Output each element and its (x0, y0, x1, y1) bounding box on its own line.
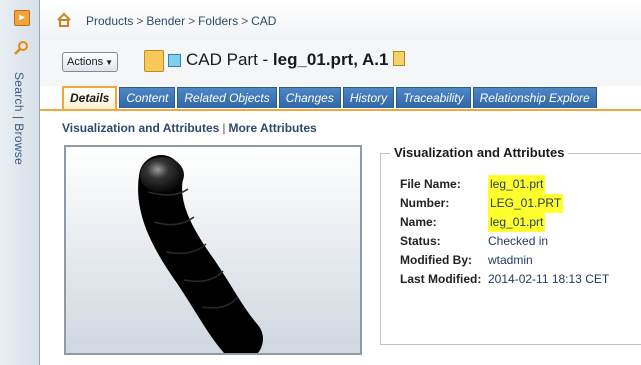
breadcrumb-separator: > (241, 14, 249, 28)
section-links: Visualization and Attributes | More Attrib… (62, 121, 317, 135)
attr-value[interactable]: wtadmin (488, 251, 533, 270)
breadcrumb-separator: > (136, 14, 144, 28)
cad-thumbnail-viewer[interactable] (64, 145, 362, 355)
cad-part-icon (168, 54, 181, 67)
attr-value: LEG_01.PRT (488, 194, 564, 213)
attr-value: 2014-02-11 18:13 CET (488, 272, 610, 286)
attributes-title: Visualization and Attributes (390, 145, 569, 160)
attr-row-status: Status: Checked in (400, 232, 609, 251)
tab-related-objects[interactable]: Related Objects (177, 87, 277, 108)
attr-row-file-name: File Name: leg_01.prt (400, 175, 609, 194)
attr-label: Last Modified: (400, 272, 482, 286)
page-title-name: leg_01.prt, A.1 (272, 50, 389, 69)
breadcrumb: Products > Bender > Folders > CAD (86, 14, 276, 28)
cad-model-preview (138, 155, 263, 353)
cad-document-icon[interactable] (144, 50, 164, 72)
title-bar: Actions ▼ CAD Part - leg_01.prt, A.1 (40, 40, 641, 86)
tab-history[interactable]: History (342, 87, 395, 108)
breadcrumb-bar: Products > Bender > Folders > CAD (40, 0, 641, 41)
breadcrumb-separator: > (188, 14, 196, 28)
breadcrumb-cad[interactable]: CAD (251, 14, 276, 28)
search-sidebar: ▸ Search | Browse (0, 0, 40, 365)
attr-label: Modified By: (400, 253, 472, 267)
tab-relationship-explorer[interactable]: Relationship Explore (472, 87, 597, 108)
expand-icon[interactable]: ▸ (14, 10, 30, 26)
attr-row-modified-by: Modified By: wtadmin (400, 251, 609, 270)
chevron-down-icon: ▼ (105, 58, 113, 67)
sidebar-tabs: Search | Browse (12, 72, 26, 165)
attr-value[interactable]: leg_01.prt (488, 175, 546, 194)
home-icon[interactable] (56, 12, 72, 28)
browse-tab[interactable]: Browse (12, 123, 26, 165)
tab-changes[interactable]: Changes (278, 87, 341, 108)
page-title: CAD Part - leg_01.prt, A.1 (186, 50, 405, 70)
sidebar-divider: | (12, 115, 26, 120)
tab-traceability[interactable]: Traceability (396, 87, 471, 108)
visualization-link[interactable]: Visualization and Attributes (62, 121, 219, 135)
tab-underline (40, 109, 641, 111)
breadcrumb-bender[interactable]: Bender (146, 14, 185, 28)
tab-content[interactable]: Content (119, 87, 176, 108)
attributes-table: File Name: leg_01.prt Number: LEG_01.PRT N… (400, 175, 609, 289)
tab-details[interactable]: Details (62, 86, 118, 109)
attr-label: File Name: (400, 177, 461, 191)
more-attributes-link[interactable]: More Attributes (228, 121, 316, 135)
actions-button[interactable]: Actions ▼ (62, 52, 118, 72)
actions-label: Actions (67, 56, 104, 68)
search-tab[interactable]: Search (12, 72, 26, 112)
breadcrumb-products[interactable]: Products (86, 14, 133, 28)
attr-label: Status: (400, 234, 441, 248)
breadcrumb-folders[interactable]: Folders (198, 14, 238, 28)
attributes-panel: Visualization and Attributes File Name: l… (380, 145, 641, 351)
attr-value: Checked in (488, 234, 549, 248)
attr-row-last-modified: Last Modified: 2014-02-11 18:13 CET (400, 270, 609, 289)
copy-icon[interactable] (392, 51, 405, 66)
attr-row-number: Number: LEG_01.PRT (400, 194, 609, 213)
tab-bar: Details Content Related Objects Changes Hist… (62, 86, 599, 109)
main-panel: Products > Bender > Folders > CAD Actions ▼ CAD… (40, 0, 641, 365)
attr-value: leg_01.prt (488, 213, 546, 232)
attr-label: Name: (400, 215, 437, 229)
page-title-prefix: CAD Part - (186, 50, 273, 69)
search-icon[interactable] (13, 40, 29, 56)
attr-label: Number: (400, 196, 450, 210)
attr-row-name: Name: leg_01.prt (400, 213, 609, 232)
